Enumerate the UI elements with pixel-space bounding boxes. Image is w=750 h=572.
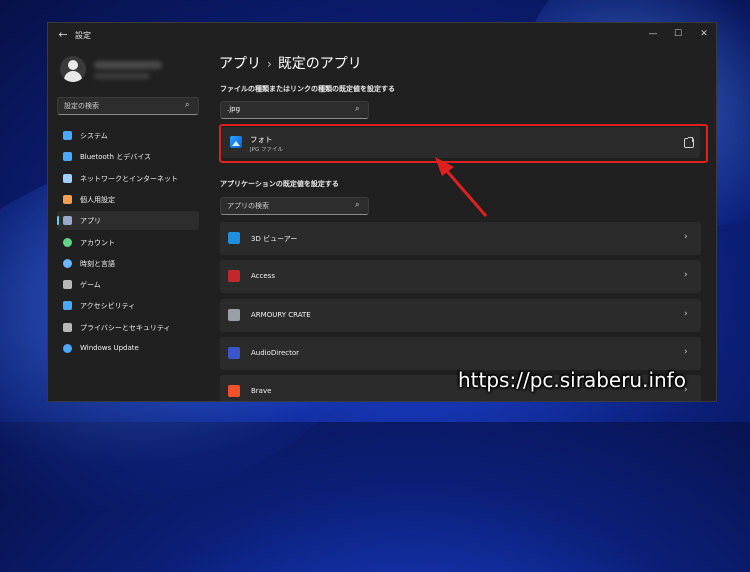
annotation-arrow [435, 157, 488, 217]
annotation-arrow-head [435, 157, 454, 176]
site-watermark: https://pc.siraberu.info [458, 368, 686, 392]
annotation-arrow-shaft [444, 169, 488, 217]
